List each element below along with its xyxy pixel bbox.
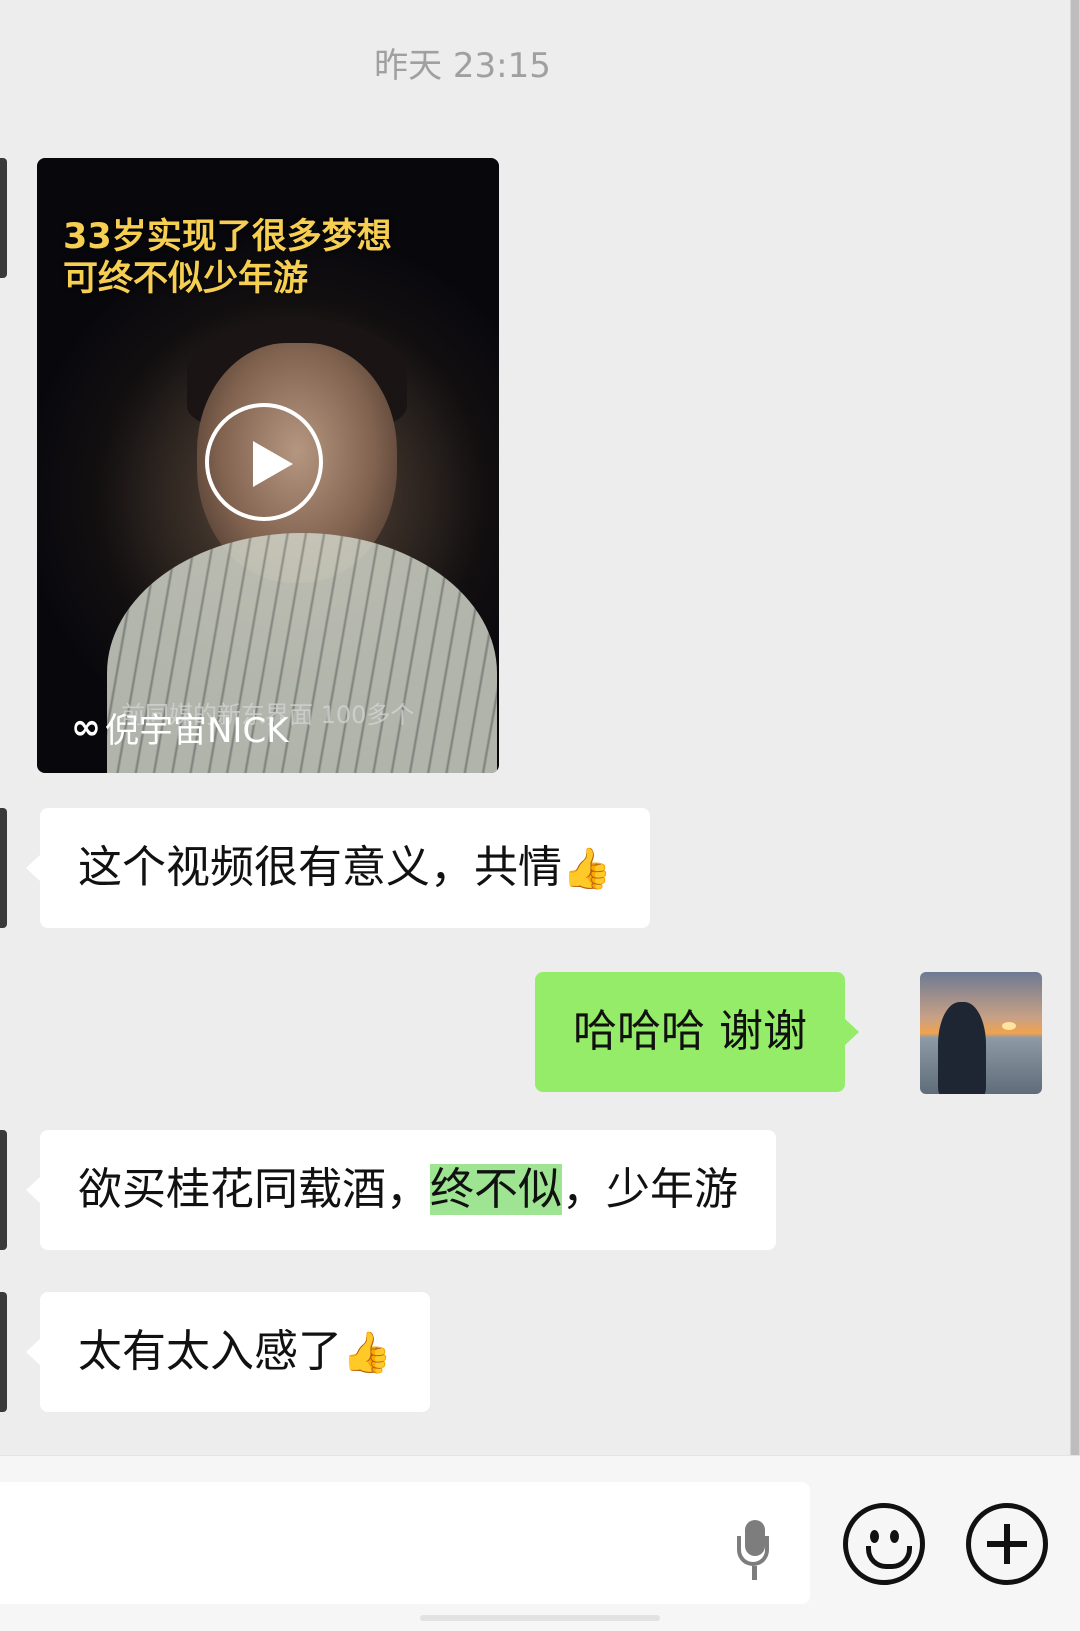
thumbs-up-icon: 👍 xyxy=(342,1330,392,1376)
scrollbar-thumb[interactable] xyxy=(1071,0,1079,1455)
channel-name: 倪宇宙NICK xyxy=(105,711,289,751)
message-bubble-incoming[interactable]: 这个视频很有意义，共情👍 xyxy=(26,808,650,928)
avatar-sun xyxy=(1002,1022,1016,1030)
my-avatar[interactable] xyxy=(920,972,1042,1094)
video-title-line: 可终不似少年游 xyxy=(63,259,309,299)
message-text: 哈哈哈 谢谢 xyxy=(573,1006,807,1057)
message-bubble-incoming[interactable]: 欲买桂花同载酒，终不似，少年游 xyxy=(26,1130,776,1250)
video-title: 33岁实现了很多梦想 可终不似少年游 xyxy=(63,216,483,300)
video-message-card[interactable]: 33岁实现了很多梦想 可终不似少年游 前同媒的新东界面 100多个 ∞ 倪宇宙N… xyxy=(37,158,499,773)
message-input[interactable] xyxy=(0,1482,810,1604)
home-indicator xyxy=(420,1615,660,1621)
avatar-person xyxy=(938,1002,986,1094)
video-title-line: 33岁实现了很多梦想 xyxy=(63,217,392,257)
thumbs-up-icon: 👍 xyxy=(562,846,612,892)
smiley-icon[interactable] xyxy=(843,1503,925,1585)
play-icon[interactable] xyxy=(205,403,323,521)
message-text: 太有太入感了 xyxy=(78,1326,342,1377)
peer-avatar[interactable] xyxy=(0,1130,7,1250)
message-text: 这个视频很有意义，共情 xyxy=(78,842,562,893)
scrollbar-track[interactable] xyxy=(1070,0,1080,1455)
plus-circle-icon[interactable] xyxy=(966,1503,1048,1585)
message-bubble-incoming[interactable]: 太有太入感了👍 xyxy=(26,1292,430,1412)
chat-timestamp: 昨天 23:15 xyxy=(374,46,551,86)
microphone-icon[interactable] xyxy=(735,1520,775,1582)
peer-avatar[interactable] xyxy=(0,1292,7,1412)
message-text: 欲买桂花同载酒， xyxy=(78,1164,430,1215)
channel-logo-icon: ∞ xyxy=(71,707,101,748)
message-bubble-outgoing[interactable]: 哈哈哈 谢谢 xyxy=(535,972,859,1092)
peer-avatar[interactable] xyxy=(0,158,7,278)
message-text-highlight[interactable]: 终不似 xyxy=(430,1164,562,1215)
video-channel: ∞ 倪宇宙NICK xyxy=(71,703,289,752)
message-text: ，少年游 xyxy=(562,1164,738,1215)
peer-avatar[interactable] xyxy=(0,808,7,928)
